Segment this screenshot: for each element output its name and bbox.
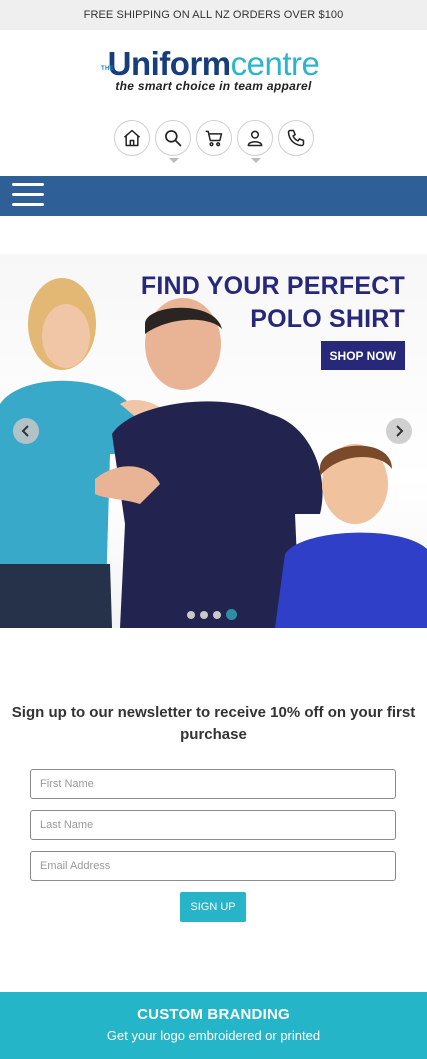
logo-tagline: the smart choice in team apparel	[115, 79, 312, 93]
user-icon	[247, 130, 262, 147]
custom-branding-banner[interactable]: CUSTOM BRANDING Get your logo embroidere…	[0, 992, 427, 1059]
header-icons	[0, 120, 427, 163]
carousel-prev-button[interactable]	[13, 418, 39, 444]
carousel-dot-4[interactable]	[226, 609, 237, 620]
hero-title-line2: POLO SHIRT	[250, 305, 405, 333]
chevron-left-icon	[21, 425, 29, 437]
chevron-right-icon	[396, 425, 404, 437]
logo-centre: centre	[230, 45, 320, 82]
home-icon	[123, 129, 140, 147]
sign-up-button[interactable]: SIGN UP	[180, 892, 246, 922]
shipping-banner: FREE SHIPPING ON ALL NZ ORDERS OVER $100	[0, 0, 427, 30]
logo-wordmark: THE Uniformcentre	[0, 46, 427, 82]
cart-icon	[205, 130, 222, 147]
carousel-next-button[interactable]	[386, 418, 412, 444]
logo-the: THE	[101, 66, 114, 72]
last-name-field[interactable]	[30, 810, 396, 840]
phone-button[interactable]	[277, 120, 314, 156]
carousel-dot-2[interactable]	[200, 610, 208, 619]
hero-title-line1: FIND YOUR PERFECT	[140, 272, 405, 300]
newsletter-heading: Sign up to our newsletter to receive 10%…	[11, 704, 416, 743]
branding-title: CUSTOM BRANDING	[137, 1006, 290, 1023]
logo-uniform: Uniform	[107, 45, 232, 82]
email-field[interactable]	[30, 851, 396, 881]
hero-title: FIND YOUR PERFECT POLO SHIRT	[141, 270, 405, 336]
home-button[interactable]	[113, 120, 150, 156]
search-caret-icon	[168, 158, 179, 163]
search-button[interactable]	[154, 120, 191, 163]
shop-now-button[interactable]: SHOP NOW	[320, 341, 405, 370]
phone-icon	[287, 129, 304, 147]
carousel-dots	[187, 609, 237, 620]
menu-icon[interactable]	[12, 183, 44, 209]
hero-carousel[interactable]: FIND YOUR PERFECT POLO SHIRT SHOP NOW	[0, 254, 427, 628]
branding-subtitle: Get your logo embroidered or printed	[106, 1028, 321, 1043]
main-navbar	[0, 176, 427, 216]
first-name-field[interactable]	[30, 769, 396, 799]
carousel-dot-1[interactable]	[187, 610, 195, 619]
shipping-banner-text: FREE SHIPPING ON ALL NZ ORDERS OVER $100	[83, 9, 344, 21]
cart-button[interactable]	[195, 120, 232, 156]
account-caret-icon	[250, 158, 261, 163]
carousel-dot-3[interactable]	[213, 610, 221, 619]
site-logo[interactable]: THE Uniformcentre the smart choice in tea…	[0, 46, 427, 106]
search-icon	[164, 130, 181, 147]
account-button[interactable]	[236, 120, 273, 163]
